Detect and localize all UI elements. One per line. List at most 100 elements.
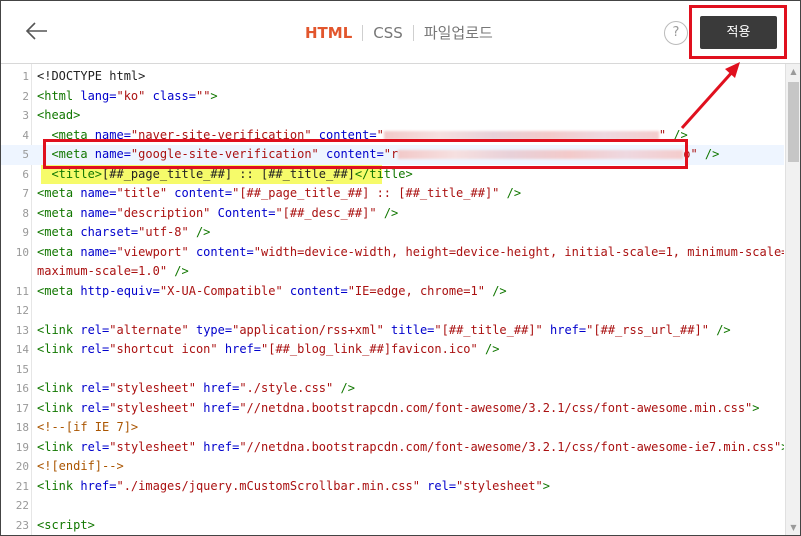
code-line[interactable]: 12 [1,301,784,321]
code-token: /> [697,147,720,161]
editor-header: HTML CSS 파일업로드 ? 적용 [1,1,800,64]
code-line[interactable]: maximum-scale=1.0" /> [1,262,784,282]
code-token: maximum-scale=1.0" [37,264,168,278]
code-line[interactable]: 9 <meta charset="utf-8" /> [1,223,784,243]
code-line[interactable]: 2 <html lang="ko" class=""> [1,87,784,107]
line-number: 4 [22,128,29,142]
code-line[interactable]: 19 <link rel="stylesheet" href="//netdna.… [1,438,784,458]
code-token: <html [37,88,81,103]
code-token: rel= [80,439,110,454]
code-token: name= [80,186,117,200]
code-token: href= [542,322,587,337]
code-text: maximum-scale=1.0" /> [37,262,189,282]
code-token: href= [195,439,240,454]
code-line[interactable]: 1 <!DOCTYPE html> [1,67,784,87]
code-line[interactable]: 13 <link rel="alternate" type="applicatio… [1,321,784,341]
code-text: <link rel="shortcut icon" href="[##_blog… [37,340,499,360]
code-token: /> [376,205,399,220]
code-token: "stylesheet" [109,439,196,454]
code-token: class= [145,88,196,103]
code-line[interactable]: 20 <![endif]--> [1,457,784,477]
code-token: href= [217,342,261,356]
code-text: <link href="./images/jquery.mCustomScrol… [37,477,550,497]
annotation-box-apply [689,5,787,59]
help-icon[interactable]: ? [664,21,688,45]
code-line[interactable]: 11 <meta http-equiv="X-UA-Compatible" con… [1,282,784,302]
code-text: <head> [37,106,80,126]
code-token: "[##_blog_link_##]favicon.ico" [261,342,478,356]
code-line[interactable]: 17 <link rel="stylesheet" href="//netdna.… [1,399,784,419]
code-token: "title" [116,186,168,200]
code-token: <meta [37,283,81,298]
code-line[interactable]: 14 <link rel="shortcut icon" href="[##_bl… [1,340,784,360]
vertical-scrollbar[interactable]: ▲ ▼ [785,64,800,535]
code-line[interactable]: 21 <link href="./images/jquery.mCustomScr… [1,477,784,497]
line-number: 19 [15,440,29,454]
code-token: "./images/jquery.mCustomScrollbar.min.cs… [116,478,420,493]
code-line[interactable]: 22 [1,496,784,516]
code-token: href= [195,381,240,395]
tab-html[interactable]: HTML [305,24,352,42]
code-token: rel= [80,342,110,356]
code-line[interactable]: 8 <meta name="description" Content="[##_d… [1,204,784,224]
code-token: <!DOCTYPE html> [37,69,146,83]
code-text: <link rel="alternate" type="application/… [37,321,731,341]
line-number: 6 [22,167,29,181]
code-line[interactable]: 23 <script> [1,516,784,536]
code-token: "X-UA-Compatible" [159,283,283,298]
code-text: <meta http-equiv="X-UA-Compatible" conte… [37,282,507,302]
arrow-left-icon[interactable] [23,17,51,45]
code-text: <link rel="stylesheet" href="./style.css… [37,379,355,399]
line-number: 13 [15,323,29,337]
code-token: <link [37,400,81,415]
code-text: <html lang="ko" class=""> [37,87,218,107]
tab-bar: HTML CSS 파일업로드 [305,22,493,43]
code-line[interactable]: 18 <!--[if IE 7]> [1,418,784,438]
line-number: 1 [22,70,29,83]
code-token: rel= [80,400,110,415]
code-line[interactable]: 3 <head> [1,106,784,126]
code-token: content= [167,186,233,200]
code-line[interactable]: 7 <meta name="title" content="[##_page_ti… [1,184,784,204]
tab-file-upload[interactable]: 파일업로드 [424,22,493,43]
code-token: <meta [37,225,81,239]
code-token: "stylesheet" [109,381,196,395]
code-line[interactable]: 15 [1,360,784,380]
code-text: <![endif]--> [37,457,124,477]
code-token: href= [80,478,117,493]
line-number: 14 [15,343,29,356]
line-number: 9 [22,226,29,239]
code-line[interactable]: 10 <meta name="viewport" content="width=d… [1,243,784,263]
line-number: 3 [22,109,29,122]
line-number: 12 [15,304,29,317]
code-token: <head> [37,108,81,122]
code-token: <link [37,342,81,356]
line-number: 16 [15,382,29,395]
annotation-box-meta-line [43,139,688,169]
code-token: "ko" [116,88,146,103]
tab-divider [362,24,364,41]
code-token: rel= [80,322,110,337]
line-number: 10 [15,245,29,259]
code-text: <meta name="description" Content="[##_de… [37,204,398,224]
code-token: "[##_rss_url_##]" [586,322,709,337]
tab-css[interactable]: CSS [373,24,403,42]
code-token: http-equiv= [80,283,160,298]
code-token: content= [188,244,254,259]
code-token: "//netdna.bootstrapcdn.com/font-awesome/… [239,439,782,454]
line-number: 23 [15,518,29,532]
code-token: <meta [37,186,81,200]
scroll-up-icon[interactable]: ▲ [786,64,800,79]
code-token: charset= [80,225,139,239]
code-text: <meta name="title" content="[##_page_tit… [37,184,521,204]
code-token: title= [383,322,435,337]
code-editor[interactable]: 1 <!DOCTYPE html> 2 <html lang="ko" class="… [1,64,784,536]
scrollbar-thumb[interactable] [788,82,799,162]
code-token: Content= [210,205,276,220]
scroll-down-icon[interactable]: ▼ [786,520,800,535]
code-token: > [542,478,550,493]
line-number: 21 [15,479,29,493]
code-token: "stylesheet" [109,400,196,415]
line-number: 8 [22,206,29,220]
code-line[interactable]: 16 <link rel="stylesheet" href="./style.c… [1,379,784,399]
